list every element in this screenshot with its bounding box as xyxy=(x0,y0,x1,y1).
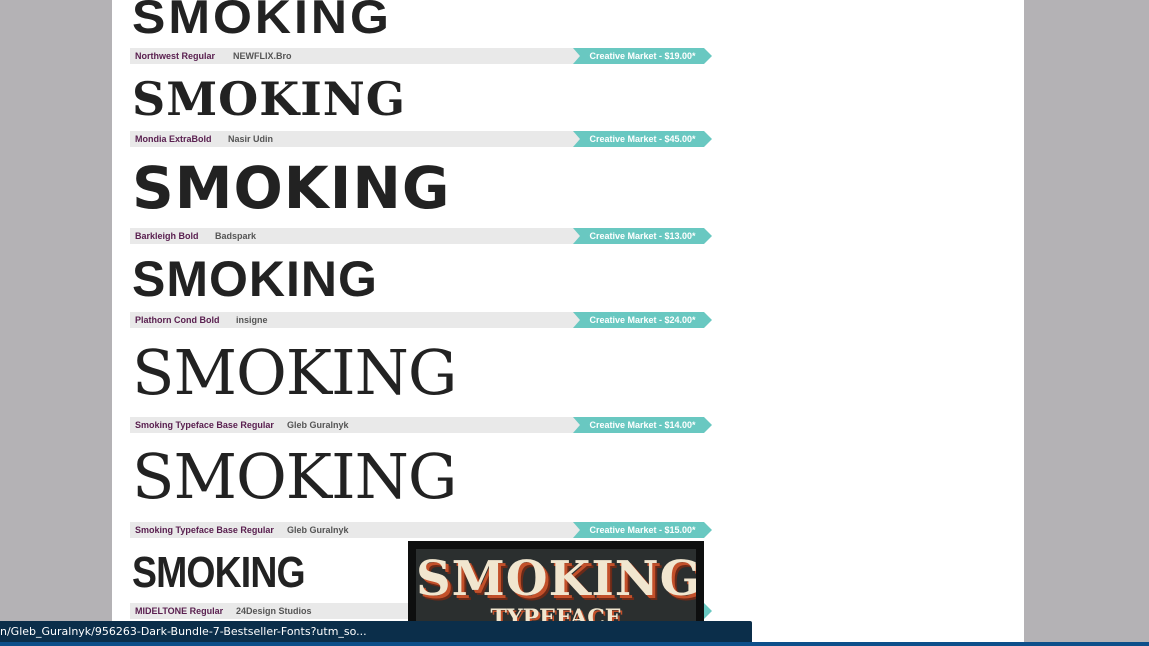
price-tag-link[interactable]: Creative Market - $15.00* xyxy=(573,522,712,538)
font-sample[interactable]: SMOKING xyxy=(132,440,732,513)
font-author-link[interactable]: 24Design Studios xyxy=(236,603,312,619)
font-sample[interactable]: SMOKING xyxy=(132,250,732,308)
status-url: n/Gleb_Guralnyk/956263-Dark-Bundle-7-Bes… xyxy=(0,625,367,638)
price-tag-link[interactable]: Creative Market - $24.00* xyxy=(573,312,712,328)
font-info-bar: Plathorn Cond Bold insigne Creative Mark… xyxy=(130,312,712,328)
font-name-link[interactable]: Plathorn Cond Bold xyxy=(130,312,234,328)
taskbar-edge xyxy=(0,642,1149,646)
font-name-link[interactable]: Smoking Typeface Base Regular xyxy=(130,522,288,538)
font-sample[interactable]: SMOKING xyxy=(132,154,732,222)
font-name-link[interactable]: Mondia ExtraBold xyxy=(130,131,226,147)
font-name-link[interactable]: Barkleigh Bold xyxy=(130,228,213,244)
font-info-bar: Barkleigh Bold Badspark Creative Market … xyxy=(130,228,712,244)
preview-title: SMOKING xyxy=(416,551,696,607)
font-author-link[interactable]: Gleb Guralnyk xyxy=(287,417,349,433)
price-tag-link[interactable]: Creative Market - $19.00* xyxy=(573,48,712,64)
font-name-link[interactable]: Northwest Regular xyxy=(130,48,229,64)
font-info-bar: Smoking Typeface Base Regular Gleb Gural… xyxy=(130,417,712,433)
font-info-bar: Smoking Typeface Base Regular Gleb Gural… xyxy=(130,522,712,538)
link-status-bar: n/Gleb_Guralnyk/956263-Dark-Bundle-7-Bes… xyxy=(0,621,752,642)
price-tag-link[interactable]: Creative Market - $14.00* xyxy=(573,417,712,433)
font-author-link[interactable]: insigne xyxy=(236,312,268,328)
font-author-link[interactable]: NEWFLIX.Bro xyxy=(233,48,292,64)
font-sample[interactable]: SMOKING xyxy=(132,336,732,409)
font-info-bar: Mondia ExtraBold Nasir Udin Creative Mar… xyxy=(130,131,712,147)
font-author-link[interactable]: Nasir Udin xyxy=(228,131,273,147)
font-info-bar: Northwest Regular NEWFLIX.Bro Creative M… xyxy=(130,48,712,64)
price-tag-link[interactable]: Creative Market - $45.00* xyxy=(573,131,712,147)
font-author-link[interactable]: Gleb Guralnyk xyxy=(287,522,349,538)
font-list-page: SMOKING Northwest Regular NEWFLIX.Bro Cr… xyxy=(112,0,1024,646)
font-name-link[interactable]: MIDELTONE Regular xyxy=(130,603,237,619)
font-sample[interactable]: SMOKING xyxy=(132,72,732,126)
font-sample[interactable]: SMOKING xyxy=(132,0,732,45)
price-tag-link[interactable]: Creative Market - $13.00* xyxy=(573,228,712,244)
font-author-link[interactable]: Badspark xyxy=(215,228,256,244)
font-name-link[interactable]: Smoking Typeface Base Regular xyxy=(130,417,288,433)
